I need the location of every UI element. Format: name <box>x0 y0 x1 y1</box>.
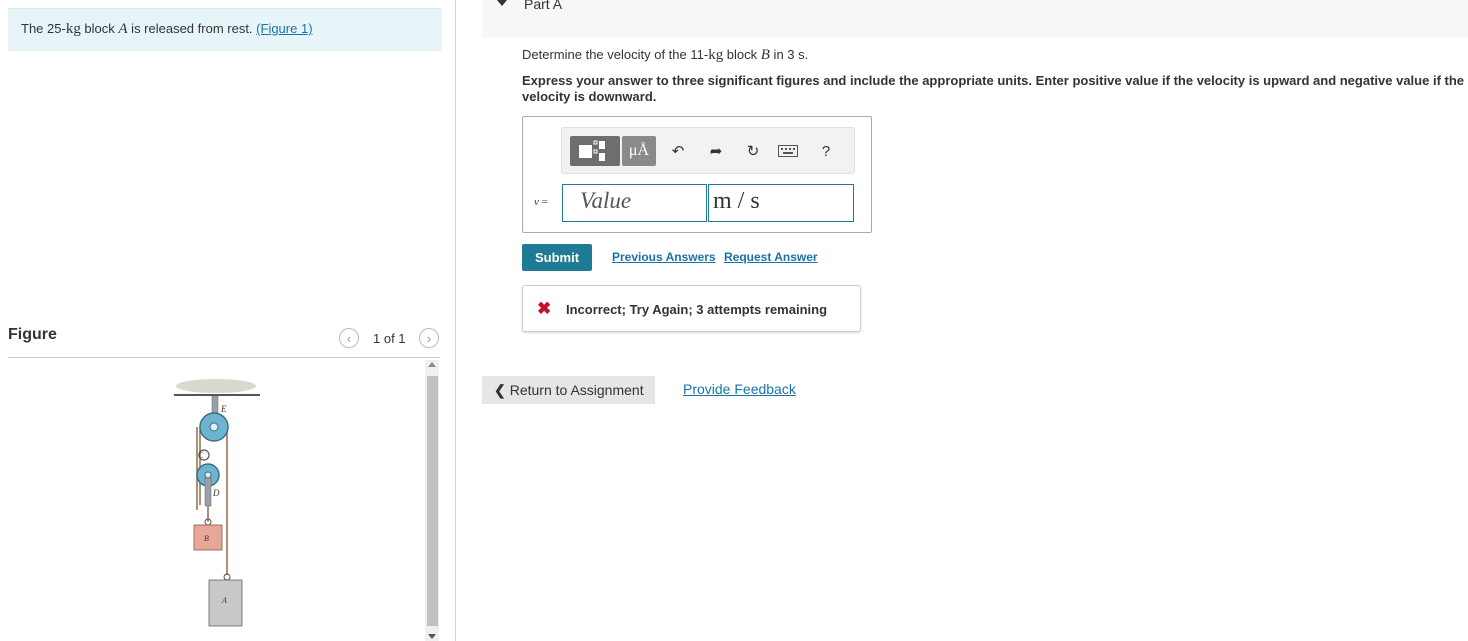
reset-button[interactable]: ↻ <box>743 141 763 161</box>
figure-scrollbar[interactable] <box>425 360 439 641</box>
templates-button[interactable] <box>570 136 620 166</box>
question-var: B <box>760 47 770 63</box>
help-button[interactable]: ? <box>816 141 836 161</box>
problem-text-after: is released from rest. <box>127 21 257 36</box>
request-answer-link[interactable]: Request Answer <box>724 250 818 264</box>
label-a: A <box>221 596 227 605</box>
ceiling-texture <box>176 379 256 393</box>
units-icon: μÅ <box>628 142 650 159</box>
redo-icon: ➦ <box>709 143 723 160</box>
undo-icon: ↶ <box>671 143 685 160</box>
part-title: Part A <box>524 0 563 12</box>
ceiling-line <box>174 394 260 396</box>
label-b: B <box>204 534 209 543</box>
help-icon: ? <box>821 142 831 160</box>
undo-button[interactable]: ↶ <box>668 141 688 161</box>
label-e: E <box>220 404 227 414</box>
scroll-thumb[interactable] <box>427 376 438 626</box>
keyboard-button[interactable] <box>778 141 798 161</box>
submit-button[interactable]: Submit <box>522 244 592 271</box>
feedback-box: ✖ Incorrect; Try Again; 3 attempts remai… <box>522 285 861 332</box>
equals-sign: = <box>541 196 548 208</box>
provide-feedback-link[interactable]: Provide Feedback <box>683 381 796 397</box>
previous-answers-link[interactable]: Previous Answers <box>612 250 716 264</box>
return-label: Return to Assignment <box>509 382 644 398</box>
problem-block-var: A <box>118 21 128 37</box>
math-toolbar: μÅ ↶ ➦ ↻ ? <box>561 127 855 174</box>
part-header[interactable] <box>482 0 1468 38</box>
problem-unit: kg <box>65 21 81 37</box>
return-to-assignment-button[interactable]: ❮ Return to Assignment <box>482 376 655 404</box>
templates-icon <box>579 140 605 161</box>
caret-down-icon[interactable] <box>497 0 507 6</box>
label-c: C <box>198 451 204 460</box>
feedback-message: Incorrect; Try Again; 3 attempts remaini… <box>566 302 828 317</box>
keyboard-icon <box>778 145 798 157</box>
units-button[interactable]: μÅ <box>622 136 656 166</box>
question-after: in 3 s. <box>769 47 809 62</box>
support-bar-d <box>204 477 212 507</box>
column-divider <box>455 0 456 641</box>
pulley-d-hub <box>204 471 212 479</box>
problem-text-before: The 25- <box>21 21 66 36</box>
chevron-left-icon: ‹ <box>346 330 352 346</box>
question-text: Determine the velocity of the 11-kg bloc… <box>522 47 808 64</box>
variable-label: v = <box>534 196 548 208</box>
answer-instructions: Express your answer to three significant… <box>522 73 1465 104</box>
value-input[interactable]: Value <box>562 184 707 222</box>
figure-count: 1 of 1 <box>373 331 406 346</box>
pulley-e-hub <box>209 422 219 432</box>
problem-text-mid: block <box>80 21 119 36</box>
chevron-left-icon: ❮ <box>494 381 506 398</box>
figure-link[interactable]: (Figure 1) <box>256 21 312 36</box>
figure-prev-button[interactable]: ‹ <box>339 328 359 348</box>
scroll-down-arrow-icon[interactable] <box>428 634 436 639</box>
units-input[interactable]: m / s <box>708 184 854 222</box>
question-mid: block <box>723 47 761 62</box>
redo-button[interactable]: ➦ <box>706 141 726 161</box>
figure-title: Figure <box>8 326 57 343</box>
question-before: Determine the velocity of the 11- <box>522 47 709 62</box>
reset-icon: ↻ <box>746 143 760 160</box>
label-d: D <box>212 488 220 498</box>
error-x-icon: ✖ <box>537 299 552 318</box>
variable-symbol: v <box>534 196 539 208</box>
figure-next-button[interactable]: › <box>419 328 439 348</box>
problem-statement: The 25-kg block A is released from rest.… <box>8 8 442 51</box>
pulley-figure: E C D B A <box>174 379 260 627</box>
figure-divider <box>8 357 440 358</box>
chevron-right-icon: › <box>426 330 432 346</box>
scroll-up-arrow-icon[interactable] <box>428 362 436 367</box>
question-unit: kg <box>708 47 724 63</box>
